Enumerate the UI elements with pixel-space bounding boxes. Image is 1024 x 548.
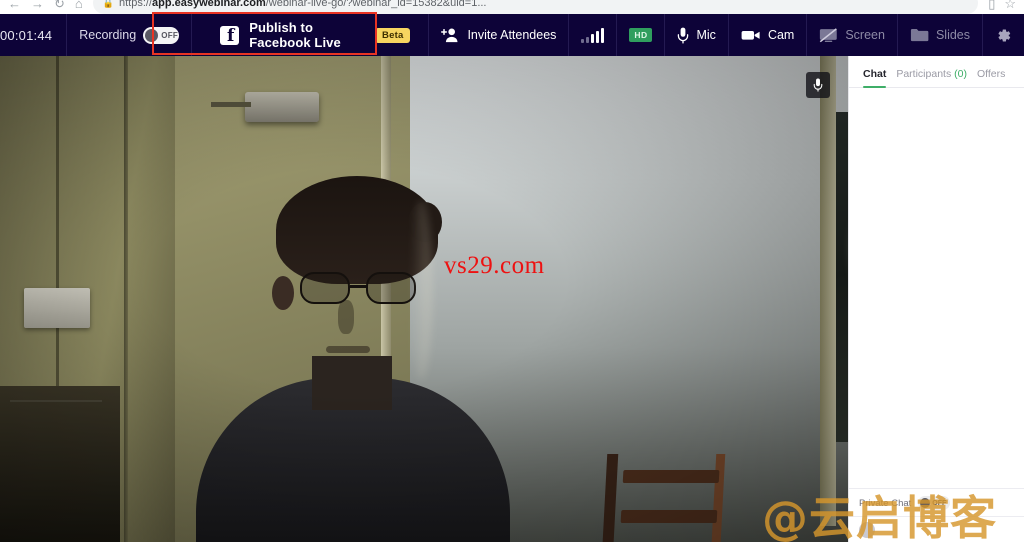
private-chat-control[interactable]: Private Chat OFF: [849, 488, 1024, 516]
tab-chat[interactable]: Chat: [863, 68, 887, 88]
star-icon[interactable]: ☆: [1004, 0, 1016, 10]
screen-share-off-icon: [819, 27, 838, 43]
facebook-icon: f: [220, 25, 240, 47]
video-quality-badge[interactable]: HD: [617, 14, 666, 56]
slides-folder-icon: [910, 28, 929, 42]
recording-control[interactable]: Recording OFF: [67, 14, 193, 56]
private-chat-toggle-knob: [920, 498, 931, 508]
back-arrow-icon[interactable]: ←: [8, 0, 21, 10]
session-timer: 00:01:44: [0, 14, 68, 56]
hd-badge-label: HD: [629, 28, 653, 42]
publish-to-facebook-live-button[interactable]: f Publish to Facebook Live Beta: [198, 14, 430, 56]
signal-bars-icon: [581, 27, 605, 43]
tab-participants[interactable]: Participants (0): [896, 68, 967, 87]
recording-toggle[interactable]: OFF: [143, 26, 180, 44]
screen-label: Screen: [845, 28, 885, 42]
publish-to-facebook-live-label: Publish to Facebook Live: [249, 20, 341, 50]
slides-button[interactable]: Slides: [898, 14, 983, 56]
mic-label: Mic: [696, 28, 716, 42]
invite-attendees-button[interactable]: Invite Attendees: [429, 14, 570, 56]
private-chat-label: Private Chat: [859, 497, 912, 509]
avatar-icon: [859, 521, 875, 538]
microphone-icon: [677, 27, 689, 44]
browser-chrome-strip: ← → ↻ ⌂ 🔒 https://app.easywebinar.com/we…: [0, 0, 1024, 14]
tab-chat-label: Chat: [863, 68, 887, 80]
webinar-toolbar: 00:01:44 Recording OFF f Publish to Face…: [0, 14, 1024, 56]
lock-icon: 🔒: [102, 0, 114, 8]
gear-icon: [995, 27, 1012, 44]
webcam-feed: [0, 56, 848, 542]
tab-offers-label: Offers: [976, 68, 1006, 80]
screen-share-button[interactable]: Screen: [807, 14, 898, 56]
private-chat-toggle[interactable]: OFF: [918, 496, 951, 510]
address-bar[interactable]: 🔒 https://app.easywebinar.com/webinar-li…: [92, 0, 979, 14]
connection-quality-indicator: [569, 14, 618, 56]
video-stage[interactable]: [0, 56, 848, 542]
add-person-icon: [441, 27, 460, 43]
recording-toggle-knob: [145, 28, 159, 42]
private-chat-toggle-state: OFF: [932, 499, 947, 507]
chat-panel: Chat Participants (0) Offers Private Cha…: [848, 56, 1024, 542]
chat-tab-bar: Chat Participants (0) Offers: [849, 56, 1024, 88]
watermark-red: vs29.com: [444, 252, 545, 279]
microphone-icon: [813, 78, 823, 92]
beta-badge: Beta: [375, 27, 411, 43]
forward-arrow-icon[interactable]: →: [31, 0, 44, 10]
cam-label: Cam: [767, 28, 795, 42]
invite-attendees-label: Invite Attendees: [467, 28, 557, 42]
tab-offers[interactable]: Offers: [977, 68, 1005, 87]
tab-participants-label: Participants: [896, 68, 952, 80]
home-icon[interactable]: ⌂: [75, 0, 83, 10]
recording-label: Recording: [79, 28, 137, 42]
video-mic-indicator[interactable]: [806, 72, 830, 98]
chat-input-row[interactable]: [849, 516, 1024, 542]
slides-label: Slides: [935, 28, 970, 42]
extension-icon[interactable]: ▯: [988, 0, 995, 10]
reload-icon[interactable]: ↻: [54, 0, 65, 10]
video-vignette: [0, 56, 848, 542]
session-timer-value: 00:01:44: [0, 27, 53, 43]
participants-count: (0): [954, 68, 967, 80]
settings-button[interactable]: [983, 14, 1024, 56]
mic-button[interactable]: Mic: [665, 14, 729, 56]
facebook-icon-glyph: f: [227, 26, 235, 47]
cam-button[interactable]: Cam: [729, 14, 808, 56]
recording-toggle-state: OFF: [161, 30, 179, 40]
address-bar-url: https://app.easywebinar.com/webinar-live…: [118, 0, 487, 9]
chat-message-list[interactable]: [849, 88, 1024, 488]
camera-icon: [741, 28, 761, 42]
